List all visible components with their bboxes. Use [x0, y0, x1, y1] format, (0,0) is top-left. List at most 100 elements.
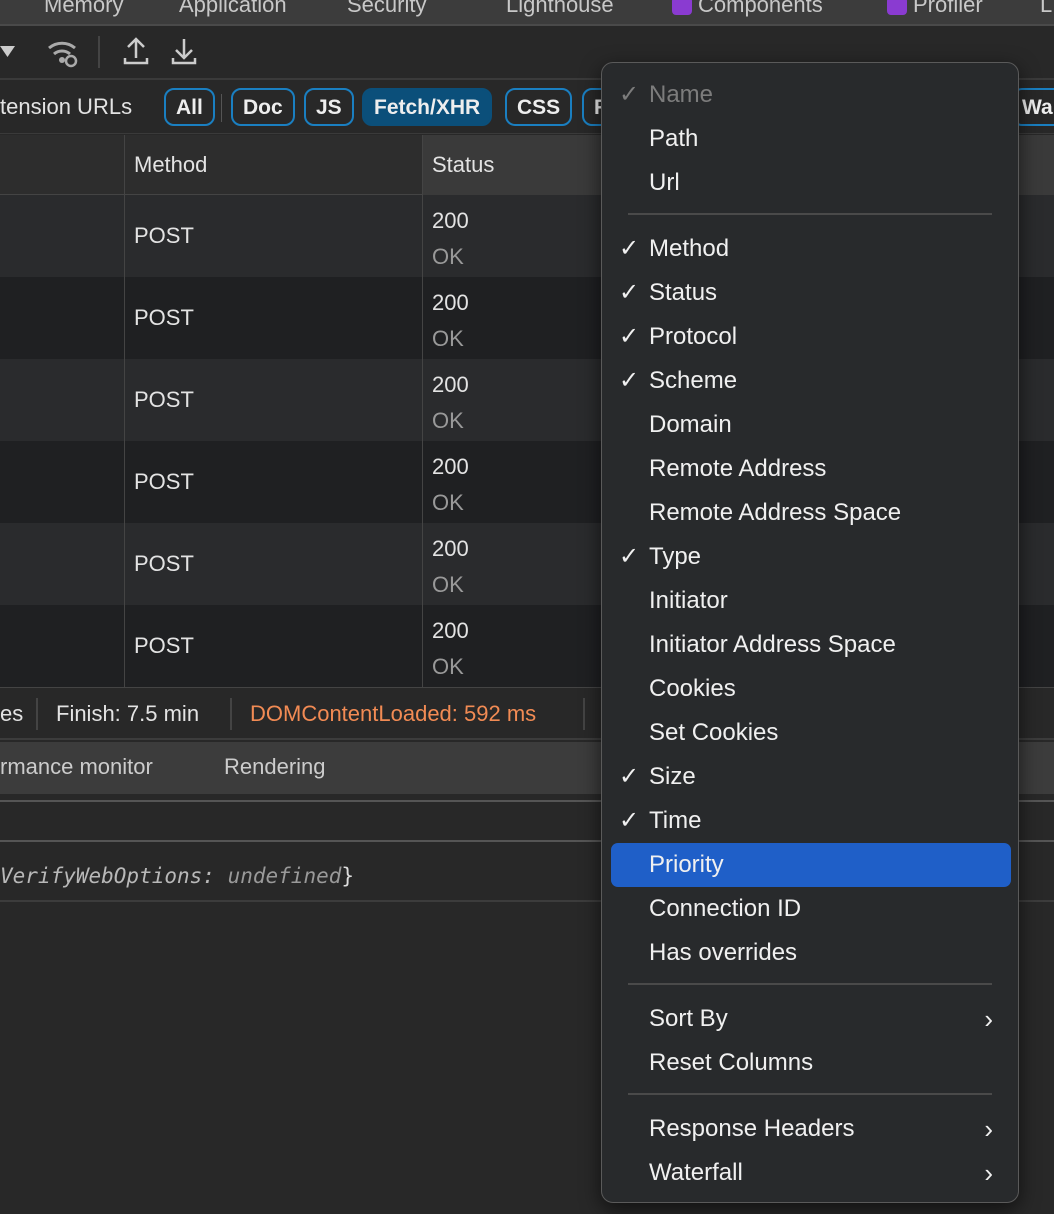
chevron-right-icon: ›: [984, 1114, 993, 1144]
method-cell: POST: [124, 523, 422, 605]
menu-separator: [628, 983, 992, 985]
menu-item-label: Cookies: [649, 675, 736, 702]
menu-item-path[interactable]: Path: [611, 117, 1011, 161]
menu-item-initiator[interactable]: Initiator: [611, 579, 1011, 623]
menu-item-protocol[interactable]: ✓ Protocol: [611, 315, 1011, 359]
tab-profiler[interactable]: Profiler: [887, 0, 983, 18]
menu-item-domain[interactable]: Domain: [611, 403, 1011, 447]
dropdown-arrow-icon[interactable]: [0, 44, 16, 58]
hide-extension-urls-label[interactable]: tension URLs: [0, 94, 132, 120]
drawer-tab-performance-monitor[interactable]: rmance monitor: [0, 754, 153, 780]
menu-item-label: Url: [649, 169, 680, 196]
checkmark-icon: ✓: [619, 81, 640, 108]
method-cell: POST: [124, 359, 422, 441]
menu-item-initiator-address-space[interactable]: Initiator Address Space: [611, 623, 1011, 667]
filter-fetch-xhr[interactable]: Fetch/XHR: [362, 88, 493, 126]
chevron-right-icon: ›: [984, 1158, 993, 1188]
method-cell: POST: [124, 441, 422, 523]
menu-item-label: Priority: [649, 851, 724, 878]
checkmark-icon: ✓: [619, 763, 640, 790]
menu-item-type[interactable]: ✓ Type: [611, 535, 1011, 579]
checkmark-icon: ✓: [619, 543, 640, 570]
network-conditions-icon[interactable]: [46, 38, 80, 68]
menu-item-label: Type: [649, 543, 702, 570]
menu-item-sort-by[interactable]: Sort By ›: [611, 997, 1011, 1041]
method-cell: POST: [124, 195, 422, 277]
menu-item-label: Has overrides: [649, 939, 798, 966]
menu-item-label: Initiator Address Space: [649, 631, 896, 658]
menu-item-label: Sort By: [649, 1005, 728, 1032]
menu-item-label: Waterfall: [649, 1159, 743, 1186]
summary-resources: es: [0, 701, 24, 726]
react-icon: [887, 0, 907, 16]
react-icon: [672, 0, 692, 16]
menu-item-size[interactable]: ✓ Size: [611, 755, 1011, 799]
checkmark-icon: ✓: [619, 279, 640, 306]
tab-security[interactable]: Security: [347, 0, 426, 18]
tab-memory[interactable]: Memory: [44, 0, 123, 18]
menu-item-label: Reset Columns: [649, 1049, 814, 1076]
summary-finish: Finish: 7.5 min: [56, 701, 200, 726]
menu-item-time[interactable]: ✓ Time: [611, 799, 1011, 843]
chevron-right-icon: ›: [984, 1004, 993, 1034]
summary-domcontentloaded: DOMContentLoaded: 592 ms: [250, 701, 537, 726]
menu-item-method[interactable]: ✓ Method: [611, 227, 1011, 271]
menu-item-label: Time: [649, 807, 702, 834]
tab-lighthouse[interactable]: Lighthouse: [506, 0, 614, 18]
console-value: undefined: [227, 864, 342, 888]
menu-item-cookies[interactable]: Cookies: [611, 667, 1011, 711]
menu-item-label: Remote Address: [649, 455, 827, 482]
menu-item-label: Status: [649, 279, 718, 306]
console-brace: }: [341, 864, 355, 888]
filter-css[interactable]: CSS: [505, 88, 573, 126]
menu-item-waterfall[interactable]: Waterfall ›: [611, 1151, 1011, 1195]
menu-item-label: Protocol: [649, 323, 738, 350]
menu-item-priority[interactable]: Priority: [611, 843, 1011, 887]
menu-item-label: Remote Address Space: [649, 499, 902, 526]
checkmark-icon: ✓: [619, 807, 640, 834]
menu-item-response-headers[interactable]: Response Headers ›: [611, 1107, 1011, 1151]
filter-js[interactable]: JS: [304, 88, 354, 126]
menu-item-set-cookies[interactable]: Set Cookies: [611, 711, 1011, 755]
tab-components[interactable]: Components: [672, 0, 823, 18]
menu-item-url[interactable]: Url: [611, 161, 1011, 205]
menu-item-label: Connection ID: [649, 895, 802, 922]
checkmark-icon: ✓: [619, 235, 640, 262]
menu-item-label: Initiator: [649, 587, 728, 614]
drawer-tab-rendering[interactable]: Rendering: [224, 754, 326, 780]
menu-separator: [628, 213, 992, 215]
menu-item-label: Domain: [649, 411, 732, 438]
download-icon[interactable]: [170, 36, 198, 66]
menu-item-scheme[interactable]: ✓ Scheme: [611, 359, 1011, 403]
menu-item-has-overrides[interactable]: Has overrides: [611, 931, 1011, 975]
toolbar-divider: [98, 36, 100, 68]
tab-application[interactable]: Application: [179, 0, 287, 18]
column-header-method[interactable]: Method: [124, 135, 422, 195]
method-cell: POST: [124, 605, 422, 687]
divider: [36, 698, 38, 730]
divider: [230, 698, 232, 730]
filter-doc[interactable]: Doc: [231, 88, 295, 126]
menu-item-label: Method: [649, 235, 730, 262]
menu-item-status[interactable]: ✓ Status: [611, 271, 1011, 315]
column-context-menu: ✓ Name Path Url ✓ Method ✓ Status ✓ Protocol ✓ Sche…: [601, 62, 1019, 1203]
devtools-tab-bar: Memory Application Security Lighthouse C…: [0, 0, 1054, 26]
console-key: VerifyWebOptions:: [0, 864, 215, 888]
checkmark-icon: ✓: [619, 323, 640, 350]
menu-item-remote-address-space[interactable]: Remote Address Space: [611, 491, 1011, 535]
checkmark-icon: ✓: [619, 367, 640, 394]
filter-all[interactable]: All: [164, 88, 215, 126]
method-cell: POST: [124, 277, 422, 359]
menu-item-connection-id[interactable]: Connection ID: [611, 887, 1011, 931]
menu-item-remote-address[interactable]: Remote Address: [611, 447, 1011, 491]
divider: [583, 698, 585, 730]
menu-item-label: Name: [649, 81, 714, 108]
menu-item-name: ✓ Name: [611, 73, 1011, 117]
menu-item-reset-columns[interactable]: Reset Columns: [611, 1041, 1011, 1085]
menu-item-label: Path: [649, 125, 699, 152]
menu-item-label: Set Cookies: [649, 719, 779, 746]
menu-item-label: Response Headers: [649, 1115, 855, 1142]
upload-icon[interactable]: [122, 36, 150, 66]
filter-divider: [221, 94, 222, 122]
tab-overflow[interactable]: L: [1040, 0, 1052, 18]
